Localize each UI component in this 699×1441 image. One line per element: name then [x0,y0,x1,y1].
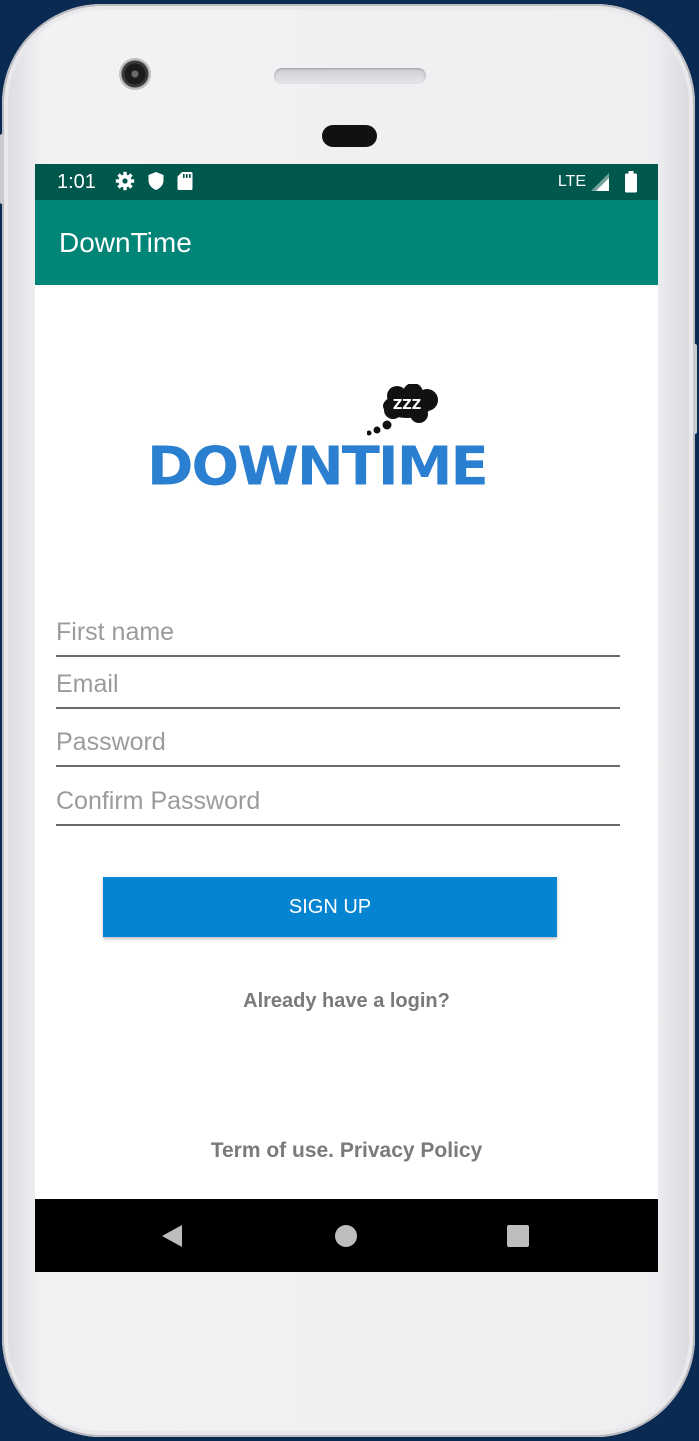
app-logo: ZZZ DOWNTIME [147,384,517,498]
earpiece-speaker [274,68,426,84]
logo-wordmark: DOWNTIME [147,436,489,498]
confirm-password-field[interactable] [56,780,620,826]
password-field[interactable] [56,721,620,767]
recent-apps-icon[interactable] [507,1225,529,1247]
status-time: 1:01 [57,171,96,193]
status-icons [115,171,193,191]
already-have-login-link[interactable]: Already have a login? [35,990,658,1013]
signal-icon [591,173,609,191]
app-bar: DownTime [35,200,658,285]
first-name-field[interactable] [56,611,620,657]
navigation-bar [35,1199,658,1272]
front-camera [119,58,151,90]
status-right: LTE [558,171,638,193]
network-type: LTE [557,173,586,190]
battery-icon [625,171,637,193]
shield-icon [148,172,164,190]
screen: 1:01 LTE DownTime ZZZ DOWNTIME First nam… [35,164,658,1272]
sign-up-button[interactable]: SIGN UP [103,877,557,937]
back-icon[interactable] [161,1224,183,1248]
power-button [693,344,697,434]
app-title: DownTime [59,227,192,258]
sd-card-icon [177,172,193,190]
confirm-password-input[interactable] [56,780,620,822]
terms-privacy-link[interactable]: Term of use. Privacy Policy [35,1139,658,1163]
password-input[interactable] [56,721,620,763]
status-bar: 1:01 LTE [35,164,658,200]
email-field[interactable] [56,663,620,709]
first-name-input[interactable] [56,611,620,653]
cloud-text: ZZZ [393,398,421,413]
email-input[interactable] [56,663,620,705]
home-icon[interactable] [335,1225,357,1247]
gear-icon [115,171,135,191]
proximity-sensor [322,125,377,147]
sleep-cloud-icon: ZZZ [367,384,438,436]
volume-button [0,134,4,204]
